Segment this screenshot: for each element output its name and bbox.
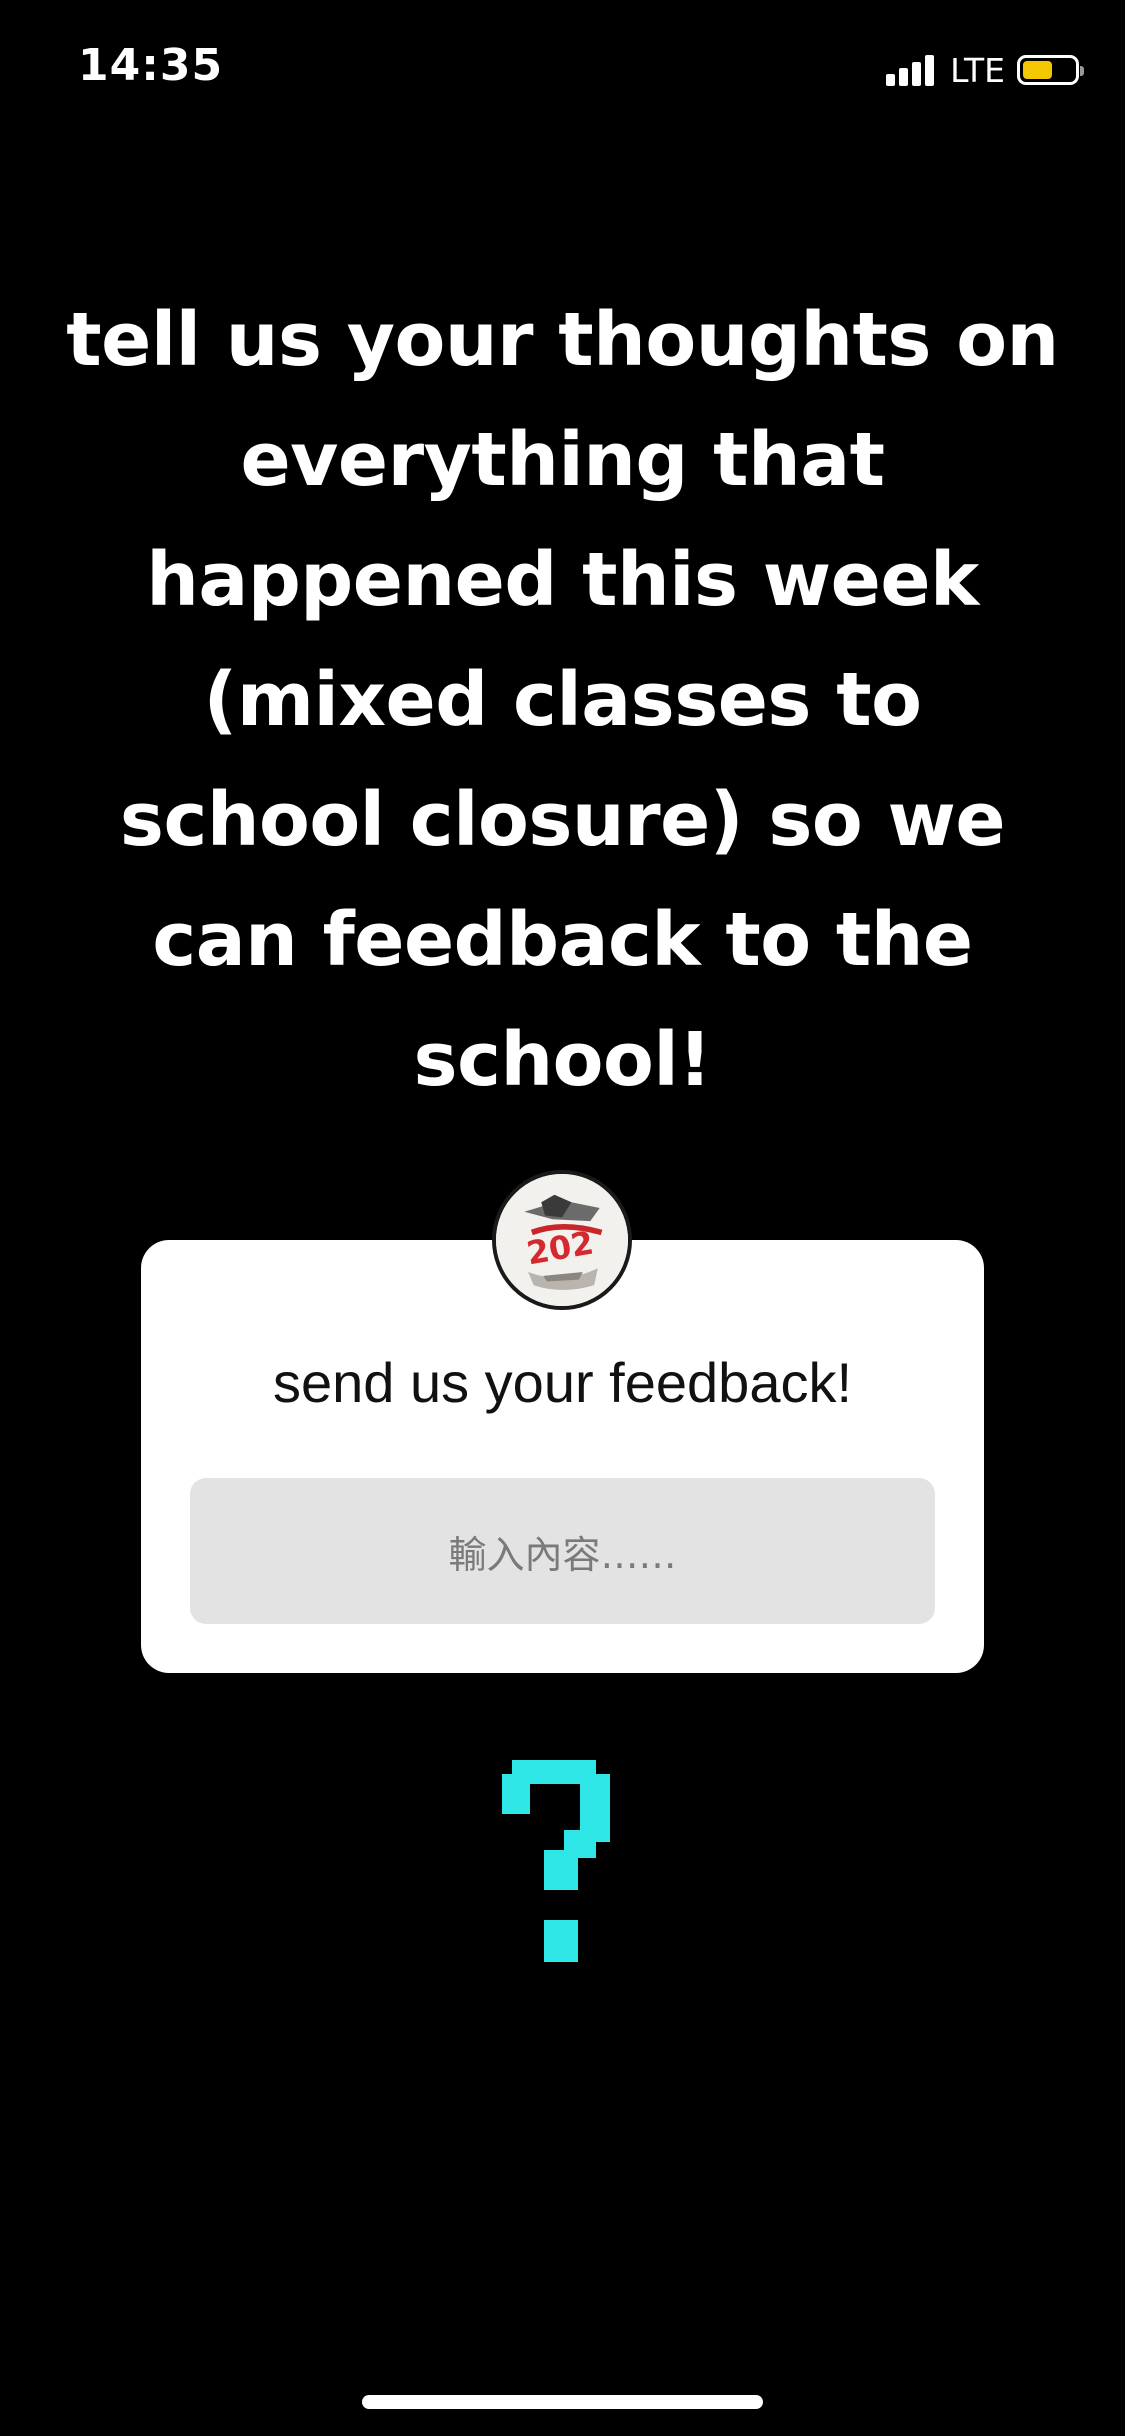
question-prompt: send us your feedback! xyxy=(272,1351,853,1414)
question-mark-icon xyxy=(480,1740,640,1980)
network-label: LTE xyxy=(950,50,1005,90)
cellular-signal-icon xyxy=(886,54,938,86)
battery-level xyxy=(1023,61,1052,79)
avatar-graphic: 202 xyxy=(496,1174,628,1306)
battery-cap xyxy=(1080,66,1084,76)
status-indicators: LTE xyxy=(886,50,1084,90)
profile-avatar-icon: 202 xyxy=(492,1170,632,1310)
battery-icon xyxy=(1017,55,1084,85)
status-time: 14:35 xyxy=(78,40,224,91)
answer-input[interactable]: 輸入內容…… xyxy=(190,1478,935,1624)
story-headline: tell us your thoughts on everything that… xyxy=(66,297,1059,1103)
question-mark-graphic xyxy=(502,1760,610,1962)
status-bar: 14:35 LTE xyxy=(0,0,1125,132)
home-indicator[interactable] xyxy=(362,2395,763,2409)
